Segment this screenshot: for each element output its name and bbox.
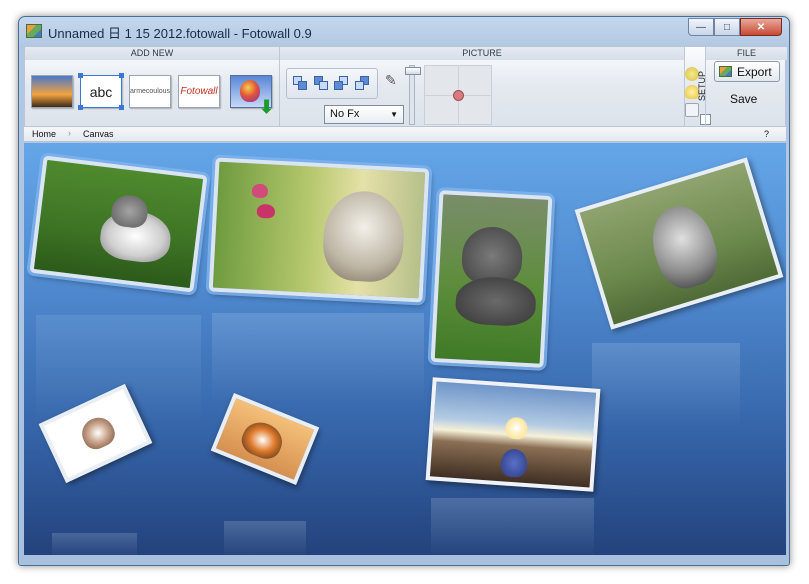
close-button[interactable]: ✕	[740, 18, 782, 36]
add-text-button[interactable]: abc	[78, 73, 124, 110]
save-button[interactable]: Save	[730, 92, 757, 106]
photo-kitten-looking-up[interactable]	[574, 157, 784, 330]
fx-dropdown[interactable]: No Fx ▼	[324, 105, 404, 124]
picture-group-title: PICTURE	[280, 47, 684, 60]
add-new-group: ADD NEW abc armecoulous Fotowall ⬇	[25, 47, 280, 128]
send-to-back-icon[interactable]	[354, 75, 371, 92]
maximize-button[interactable]: □	[714, 18, 740, 36]
ribbon-toolbar: ADD NEW abc armecoulous Fotowall ⬇ PICTU…	[24, 46, 787, 128]
selection-handle	[119, 73, 124, 78]
selection-handle	[78, 73, 83, 78]
add-fotowall-button[interactable]: Fotowall	[178, 75, 220, 108]
window-bottom-border	[19, 555, 789, 565]
fx-dropdown-value: No Fx	[330, 108, 360, 120]
window-controls: — □ ✕	[688, 18, 782, 36]
kitten-body	[454, 275, 538, 328]
add-web-picture-icon	[240, 80, 260, 102]
selection-handle	[119, 105, 124, 110]
add-fotowall-icon: Fotowall	[180, 86, 218, 97]
raise-icon[interactable]	[313, 75, 330, 92]
file-group: FILE Export Save	[705, 47, 787, 128]
wrench-icon[interactable]: ✎	[385, 72, 397, 89]
photo-cat-flowers[interactable]	[208, 157, 430, 303]
add-web-picture-button[interactable]: ⬇	[230, 75, 274, 116]
flower	[251, 183, 269, 199]
breadcrumb-home[interactable]: Home	[32, 129, 56, 139]
photo-sunset-hands[interactable]	[425, 377, 601, 492]
photo-grey-kitten[interactable]	[430, 190, 553, 368]
cat-body	[321, 189, 407, 284]
window-title: Unnamed 日 1 15 2012.fotowall - Fotowall …	[48, 26, 312, 41]
breadcrumb-canvas[interactable]: Canvas	[83, 129, 114, 139]
photo-reflection	[212, 313, 424, 403]
chevron-down-icon: ▼	[390, 110, 398, 119]
canvas[interactable]	[24, 143, 786, 556]
minimize-button[interactable]: —	[688, 18, 714, 36]
photo-reflection	[592, 343, 740, 428]
add-picture-button[interactable]	[31, 75, 73, 108]
add-text-icon: abc	[89, 83, 113, 100]
file-group-title: FILE	[706, 47, 787, 60]
title-bar[interactable]: Unnamed 日 1 15 2012.fotowall - Fotowall …	[19, 17, 789, 45]
perspective-handle[interactable]	[453, 90, 464, 101]
picture-group: PICTURE ✎ No Fx ▼	[280, 47, 685, 128]
add-wordart-icon: armecoulous	[129, 88, 171, 95]
kitten-body	[237, 416, 288, 464]
breadcrumb: Home › Canvas ?	[24, 127, 786, 142]
add-new-group-title: ADD NEW	[25, 47, 279, 60]
sphere	[500, 448, 528, 479]
help-button[interactable]: ?	[764, 129, 769, 139]
download-arrow-icon: ⬇	[259, 97, 275, 117]
app-window: Unnamed 日 1 15 2012.fotowall - Fotowall …	[18, 16, 790, 566]
selection-handle	[78, 105, 83, 110]
photo-kitten-grass[interactable]	[29, 155, 208, 293]
flower	[256, 203, 276, 219]
cat-in-box	[77, 412, 119, 454]
photo-reflection	[224, 521, 306, 556]
opacity-slider-handle[interactable]	[405, 67, 421, 75]
photo-reflection	[52, 533, 137, 556]
photo-reflection	[431, 498, 594, 556]
breadcrumb-separator-icon: ›	[68, 128, 71, 138]
export-button[interactable]: Export	[714, 61, 780, 82]
export-icon	[719, 66, 732, 77]
photo-calico-kitten[interactable]	[210, 393, 320, 485]
kitten-body	[643, 198, 725, 295]
app-icon[interactable]	[26, 24, 42, 38]
bring-to-front-icon[interactable]	[293, 75, 309, 92]
perspective-pad[interactable]	[424, 65, 492, 125]
export-label: Export	[737, 64, 772, 79]
sun	[504, 416, 529, 440]
arrange-buttons	[286, 68, 378, 99]
add-wordart-button[interactable]: armecoulous	[129, 75, 171, 108]
lower-icon[interactable]	[334, 75, 350, 92]
